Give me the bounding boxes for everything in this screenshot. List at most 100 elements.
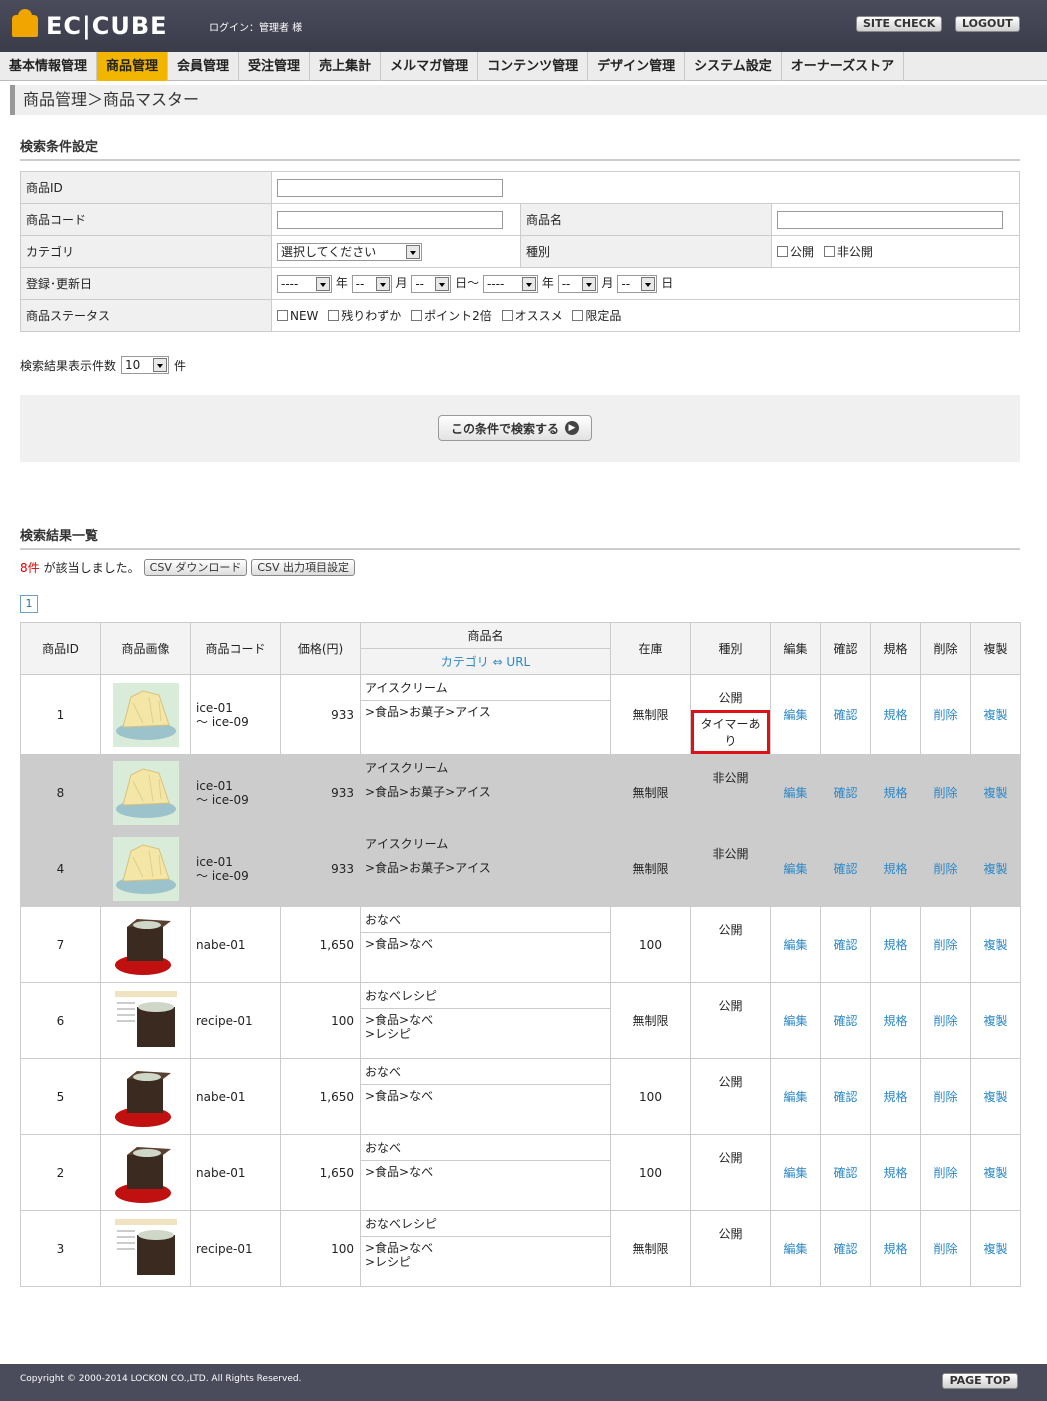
row-copy-link[interactable]: 複製: [970, 830, 1021, 907]
search-submit-button[interactable]: この条件で検索する ▶: [438, 415, 592, 441]
row-category: >食品>お菓子>アイス: [361, 857, 610, 879]
nav-orders[interactable]: 受注管理: [239, 52, 311, 81]
row-code: recipe-01: [190, 982, 281, 1059]
row-price: 1,650: [280, 1134, 361, 1211]
row-confirm-link[interactable]: 確認: [820, 1058, 871, 1135]
product-id-input[interactable]: [277, 178, 503, 197]
row-confirm-link[interactable]: 確認: [820, 906, 871, 983]
row-delete-link[interactable]: 削除: [920, 906, 971, 983]
row-spec-link[interactable]: 規格: [870, 1210, 921, 1287]
row-delete-link[interactable]: 削除: [920, 1210, 971, 1287]
nav-customers[interactable]: 会員管理: [168, 52, 240, 81]
row-edit-link[interactable]: 編集: [770, 1058, 821, 1135]
row-delete-link[interactable]: 削除: [920, 830, 971, 907]
kind-private-checkbox[interactable]: [823, 246, 835, 257]
row-category-path: >食品>なべ: [365, 1165, 434, 1179]
row-edit-link[interactable]: 編集: [770, 830, 821, 907]
ec-cube-logo[interactable]: EC|CUBE: [12, 9, 168, 40]
row-delete-link[interactable]: 削除: [920, 1058, 971, 1135]
nav-contents[interactable]: コンテンツ管理: [478, 52, 589, 81]
start-day-select[interactable]: --: [411, 274, 452, 293]
nav-basic-info[interactable]: 基本情報管理: [0, 52, 98, 81]
status-few-left-checkbox[interactable]: [328, 310, 340, 321]
row-delete-link[interactable]: 削除: [920, 674, 971, 755]
row-spec-link[interactable]: 規格: [870, 982, 921, 1059]
product-thumbnail-nabe[interactable]: [112, 912, 179, 977]
end-month-select[interactable]: --: [557, 274, 598, 293]
row-image: [100, 674, 191, 755]
row-image: [100, 754, 191, 831]
row-spec-link[interactable]: 規格: [870, 674, 921, 755]
row-edit-link[interactable]: 編集: [770, 754, 821, 831]
status-recommend-checkbox[interactable]: [501, 310, 513, 321]
csv-download-button[interactable]: CSV ダウンロード: [143, 559, 248, 576]
logout-button[interactable]: LOGOUT: [955, 16, 1020, 32]
nav-owners-store[interactable]: オーナーズストア: [782, 52, 905, 81]
row-kind: 公開: [690, 1058, 771, 1135]
row-spec-link[interactable]: 規格: [870, 1134, 921, 1211]
label-category: カテゴリ: [20, 235, 272, 268]
nav-design[interactable]: デザイン管理: [588, 52, 686, 81]
row-delete-link[interactable]: 削除: [920, 754, 971, 831]
product-name-input[interactable]: [777, 210, 1003, 229]
row-spec-link[interactable]: 規格: [870, 906, 921, 983]
nav-sales[interactable]: 売上集計: [310, 52, 382, 81]
row-copy-link[interactable]: 複製: [970, 1210, 1021, 1287]
row-delete-link[interactable]: 削除: [920, 982, 971, 1059]
per-page-select[interactable]: 10: [121, 356, 170, 374]
row-confirm-link[interactable]: 確認: [820, 830, 871, 907]
row-confirm-link[interactable]: 確認: [820, 1210, 871, 1287]
row-copy-link[interactable]: 複製: [970, 1058, 1021, 1135]
row-confirm-link[interactable]: 確認: [820, 674, 871, 755]
timer-badge: タイマーあり: [691, 710, 770, 754]
row-copy-link[interactable]: 複製: [970, 1134, 1021, 1211]
chevron-down-icon: [153, 358, 168, 372]
nav-system[interactable]: システム設定: [685, 52, 782, 81]
row-confirm-link[interactable]: 確認: [820, 754, 871, 831]
status-limited-checkbox[interactable]: [572, 310, 584, 321]
row-confirm-link[interactable]: 確認: [820, 1134, 871, 1211]
row-copy-link[interactable]: 複製: [970, 754, 1021, 831]
row-kind-value: 非公開: [712, 847, 749, 861]
end-year-select[interactable]: ----: [483, 274, 539, 293]
product-thumbnail-recipe[interactable]: [112, 1216, 179, 1281]
label-product-id: 商品ID: [20, 171, 272, 204]
row-copy-link[interactable]: 複製: [970, 674, 1021, 755]
product-thumbnail-nabe[interactable]: [112, 1140, 179, 1205]
product-code-input[interactable]: [277, 210, 503, 229]
page-top-button[interactable]: PAGE TOP: [942, 1373, 1018, 1389]
row-spec-link[interactable]: 規格: [870, 754, 921, 831]
status-double-point-checkbox[interactable]: [411, 310, 423, 321]
end-day-select[interactable]: --: [617, 274, 658, 293]
product-thumbnail-nabe[interactable]: [112, 1064, 179, 1129]
row-edit-link[interactable]: 編集: [770, 982, 821, 1059]
site-check-button[interactable]: SITE CHECK: [856, 16, 943, 32]
label-kind: 種別: [520, 235, 772, 268]
start-month-select[interactable]: --: [351, 274, 392, 293]
row-edit-link[interactable]: 編集: [770, 906, 821, 983]
kind-public-checkbox[interactable]: [777, 246, 788, 257]
product-thumbnail-ice-cream[interactable]: [112, 682, 179, 747]
product-thumbnail-recipe[interactable]: [112, 988, 179, 1053]
status-new-checkbox[interactable]: [277, 310, 288, 321]
product-thumbnail-ice-cream[interactable]: [112, 760, 179, 825]
row-delete-link[interactable]: 削除: [920, 1134, 971, 1211]
row-edit-link[interactable]: 編集: [770, 1210, 821, 1287]
nav-mail-magazine[interactable]: メルマガ管理: [381, 52, 479, 81]
row-copy-link[interactable]: 複製: [970, 906, 1021, 983]
row-name: アイスクリーム >食品>お菓子>アイス: [360, 830, 611, 907]
pager-page-1[interactable]: 1: [20, 595, 38, 613]
row-confirm-link[interactable]: 確認: [820, 982, 871, 1059]
category-select[interactable]: 選択してください: [277, 242, 422, 261]
row-copy-link[interactable]: 複製: [970, 982, 1021, 1059]
product-thumbnail-ice-cream[interactable]: [112, 836, 179, 901]
row-kind: 公開: [690, 906, 771, 983]
nav-products[interactable]: 商品管理: [97, 52, 169, 81]
row-name: おなべ >食品>なべ: [360, 1058, 611, 1135]
csv-settings-button[interactable]: CSV 出力項目設定: [251, 559, 356, 576]
row-edit-link[interactable]: 編集: [770, 1134, 821, 1211]
row-spec-link[interactable]: 規格: [870, 830, 921, 907]
start-year-select[interactable]: ----: [277, 274, 332, 293]
row-spec-link[interactable]: 規格: [870, 1058, 921, 1135]
row-edit-link[interactable]: 編集: [770, 674, 821, 755]
